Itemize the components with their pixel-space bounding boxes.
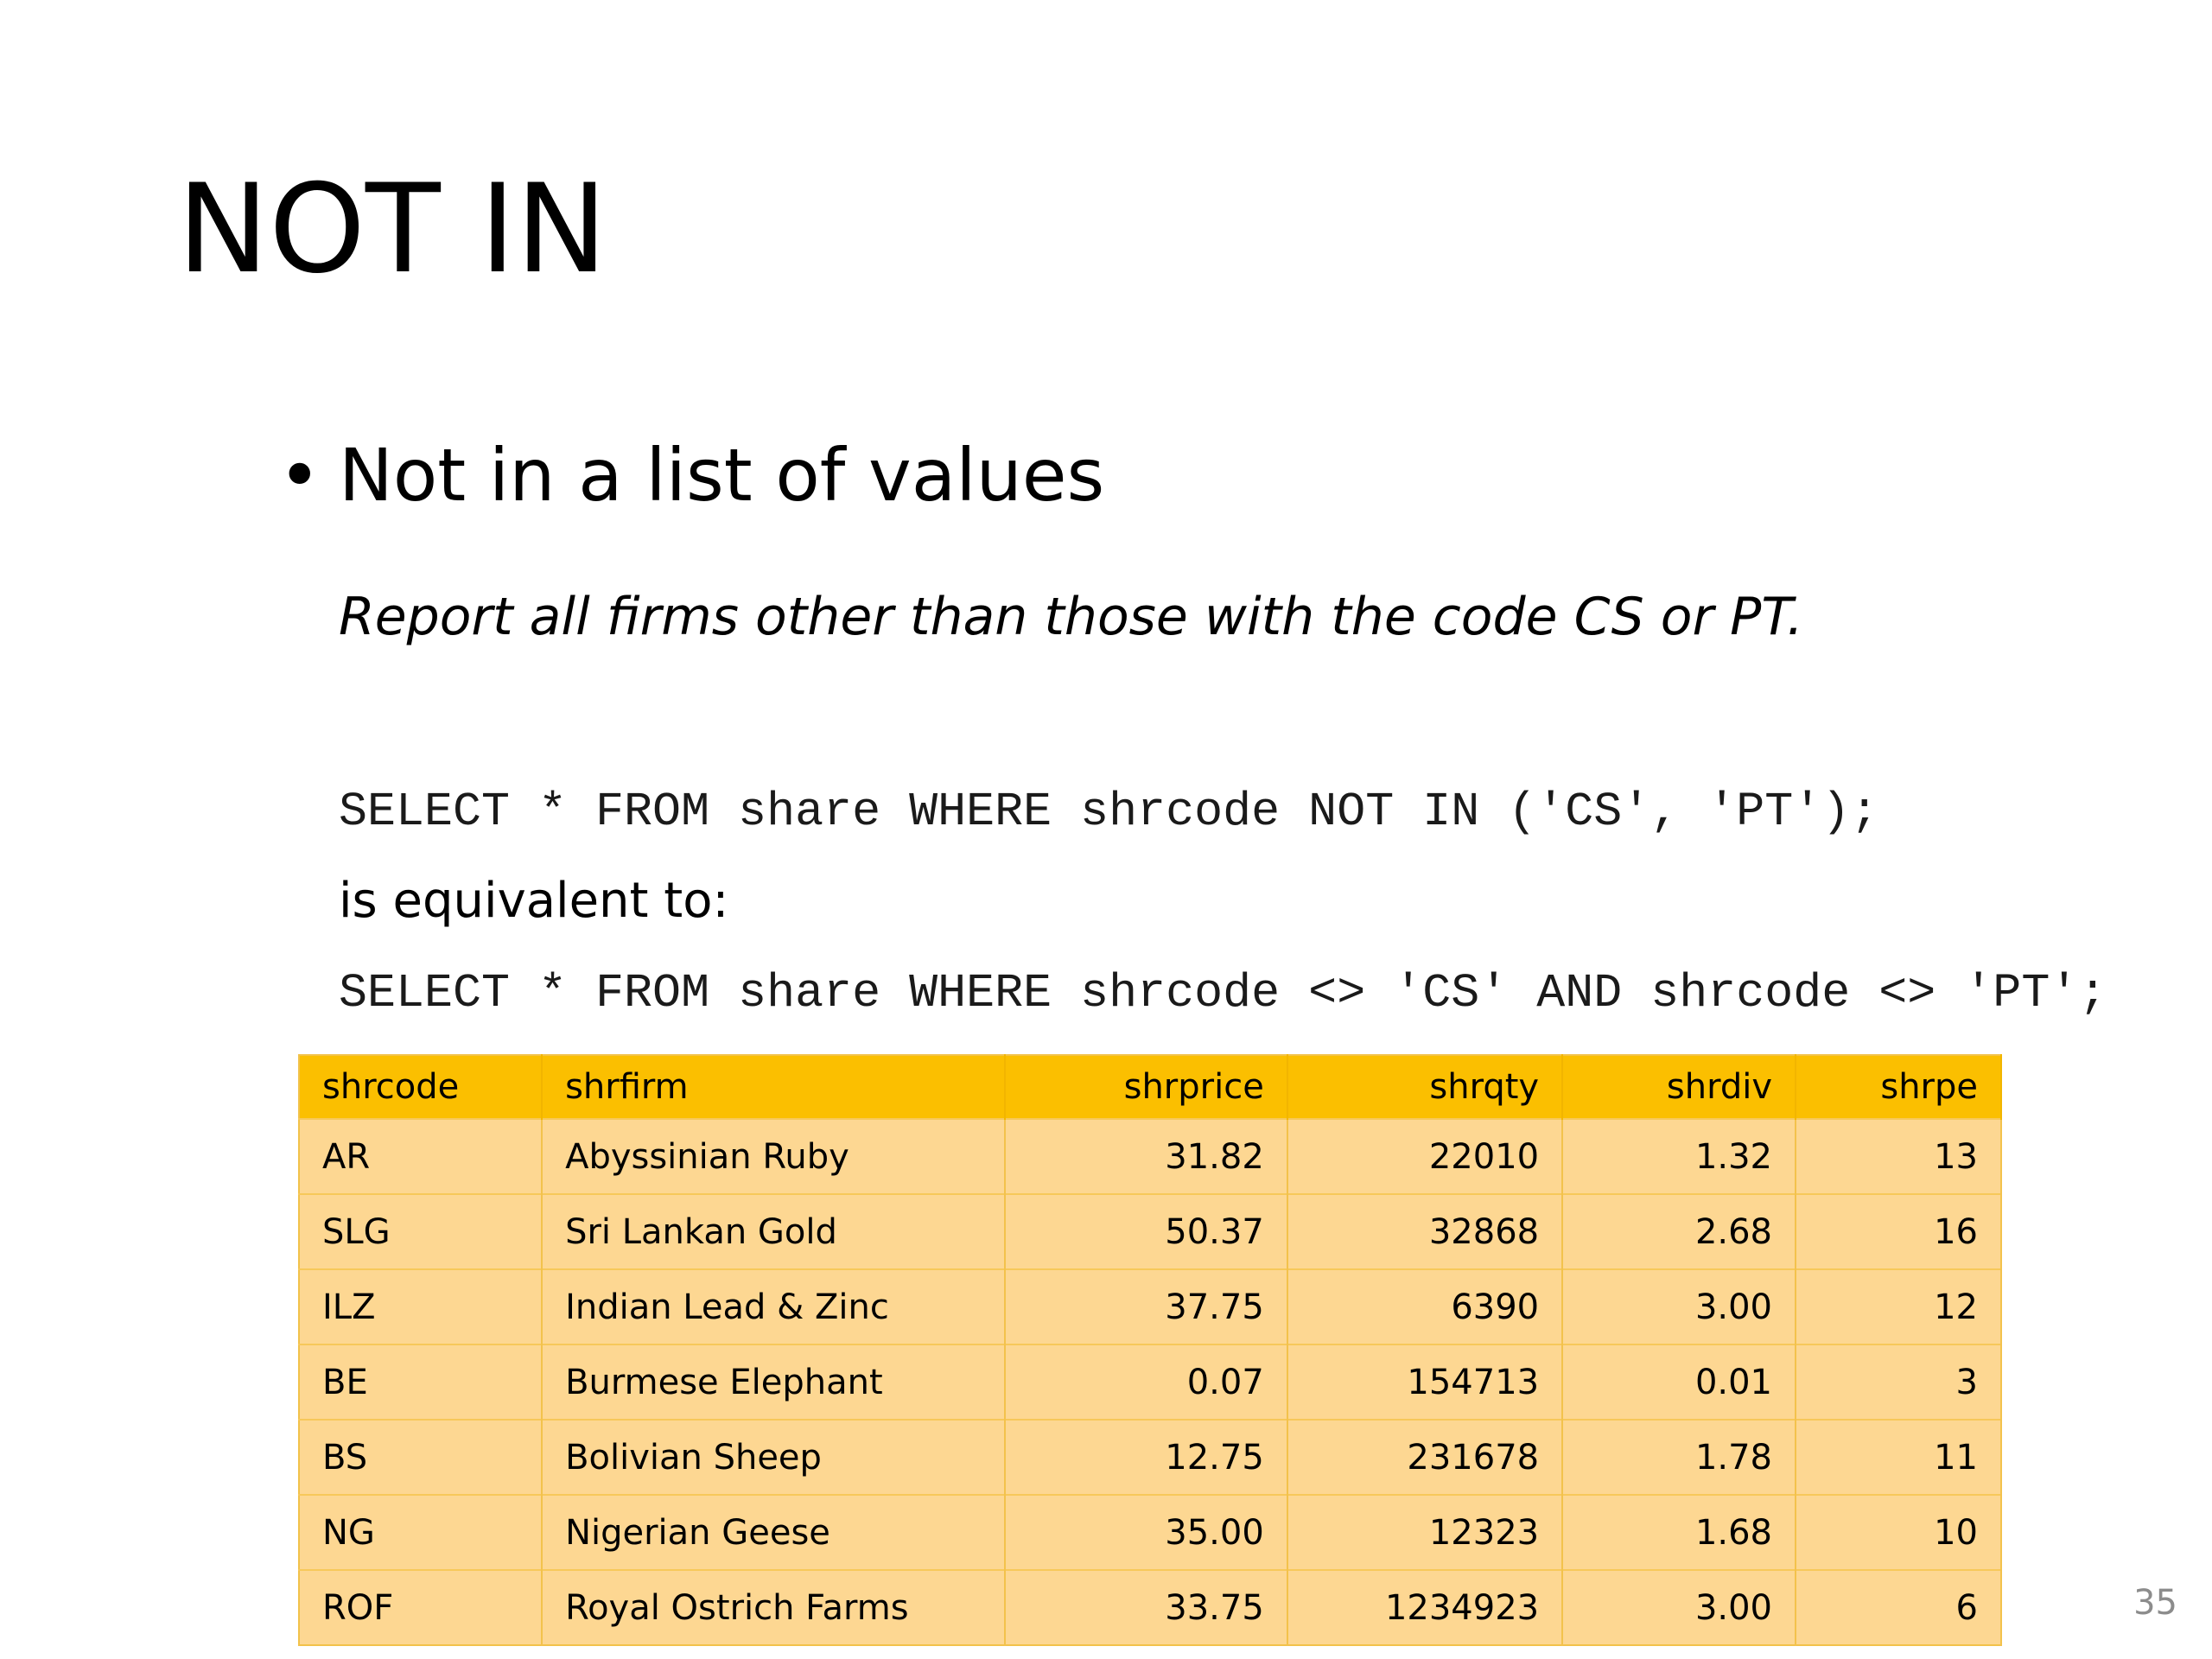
table-cell: 2.68	[1562, 1193, 1796, 1269]
table-cell: Abyssinian Ruby	[542, 1118, 1007, 1194]
table-row: NG Nigerian Geese 35.00 12323 1.68 10	[299, 1494, 2002, 1570]
table-cell: Indian Lead & Zinc	[542, 1268, 1007, 1344]
table-cell: BS	[299, 1419, 543, 1495]
table-cell: 154713	[1287, 1344, 1564, 1420]
table-cell: 32868	[1287, 1193, 1564, 1269]
table-cell: SLG	[299, 1193, 543, 1269]
column-header: shrcode	[299, 1055, 543, 1119]
table-row: BE Burmese Elephant 0.07 154713 0.01 3	[299, 1344, 2002, 1420]
table-header-row: shrcode shrfirm shrprice shrqty shrdiv s…	[299, 1055, 2002, 1119]
table-cell: Sri Lankan Gold	[542, 1193, 1007, 1269]
table-row: BS Bolivian Sheep 12.75 231678 1.78 11	[299, 1419, 2002, 1495]
table-cell: ROF	[299, 1569, 543, 1645]
equivalence-label: is equivalent to:	[339, 873, 729, 929]
sql-query-not-in: SELECT * FROM share WHERE shrcode NOT IN…	[339, 785, 1879, 839]
sql-query-and: SELECT * FROM share WHERE shrcode <> 'CS…	[339, 966, 2107, 1020]
table-cell: 37.75	[1005, 1268, 1288, 1344]
bullet-text: Not in a list of values	[339, 433, 1105, 518]
column-header: shrpe	[1796, 1055, 2002, 1119]
column-header: shrfirm	[542, 1055, 1007, 1119]
table-cell: ILZ	[299, 1268, 543, 1344]
table-cell: 0.07	[1005, 1344, 1288, 1420]
table-cell: 35.00	[1005, 1494, 1288, 1570]
table-cell: 6	[1796, 1569, 2002, 1645]
column-header: shrprice	[1005, 1055, 1288, 1119]
table-cell: 50.37	[1005, 1193, 1288, 1269]
table-cell: Bolivian Sheep	[542, 1419, 1007, 1495]
slide-title: NOT IN	[177, 158, 607, 301]
table-row: AR Abyssinian Ruby 31.82 22010 1.32 13	[299, 1118, 2002, 1194]
table-cell: 1.32	[1562, 1118, 1796, 1194]
column-header: shrdiv	[1562, 1055, 1796, 1119]
table-cell: NG	[299, 1494, 543, 1570]
table-cell: 13	[1796, 1118, 2002, 1194]
table-cell: 31.82	[1005, 1118, 1288, 1194]
column-header: shrqty	[1287, 1055, 1564, 1119]
table-cell: 11	[1796, 1419, 2002, 1495]
table-cell: AR	[299, 1118, 543, 1194]
table-cell: Nigerian Geese	[542, 1494, 1007, 1570]
table-cell: 1.68	[1562, 1494, 1796, 1570]
share-table: shrcode shrfirm shrprice shrqty shrdiv s…	[298, 1054, 2002, 1646]
table-cell: 16	[1796, 1193, 2002, 1269]
table-cell: 0.01	[1562, 1344, 1796, 1420]
table-cell: 3.00	[1562, 1569, 1796, 1645]
table-cell: 12	[1796, 1268, 2002, 1344]
table-cell: 6390	[1287, 1268, 1564, 1344]
table-cell: 1.78	[1562, 1419, 1796, 1495]
table-cell: 22010	[1287, 1118, 1564, 1194]
table-cell: 33.75	[1005, 1569, 1288, 1645]
table-cell: 12.75	[1005, 1419, 1288, 1495]
table-cell: Burmese Elephant	[542, 1344, 1007, 1420]
table-cell: 12323	[1287, 1494, 1564, 1570]
table-cell: BE	[299, 1344, 543, 1420]
table-row: ILZ Indian Lead & Zinc 37.75 6390 3.00 1…	[299, 1268, 2002, 1344]
table-cell: 1234923	[1287, 1569, 1564, 1645]
table-cell: 10	[1796, 1494, 2002, 1570]
bullet-point: • Not in a list of values	[278, 439, 1104, 512]
table-cell: 3	[1796, 1344, 2002, 1420]
table-cell: Royal Ostrich Farms	[542, 1569, 1007, 1645]
table-cell: 231678	[1287, 1419, 1564, 1495]
table-cell: 3.00	[1562, 1268, 1796, 1344]
task-description: Report all firms other than those with t…	[339, 587, 1803, 647]
table-row: SLG Sri Lankan Gold 50.37 32868 2.68 16	[299, 1193, 2002, 1269]
page-number: 35	[2133, 1583, 2177, 1623]
bullet-icon: •	[278, 433, 321, 518]
table-row: ROF Royal Ostrich Farms 33.75 1234923 3.…	[299, 1569, 2002, 1645]
